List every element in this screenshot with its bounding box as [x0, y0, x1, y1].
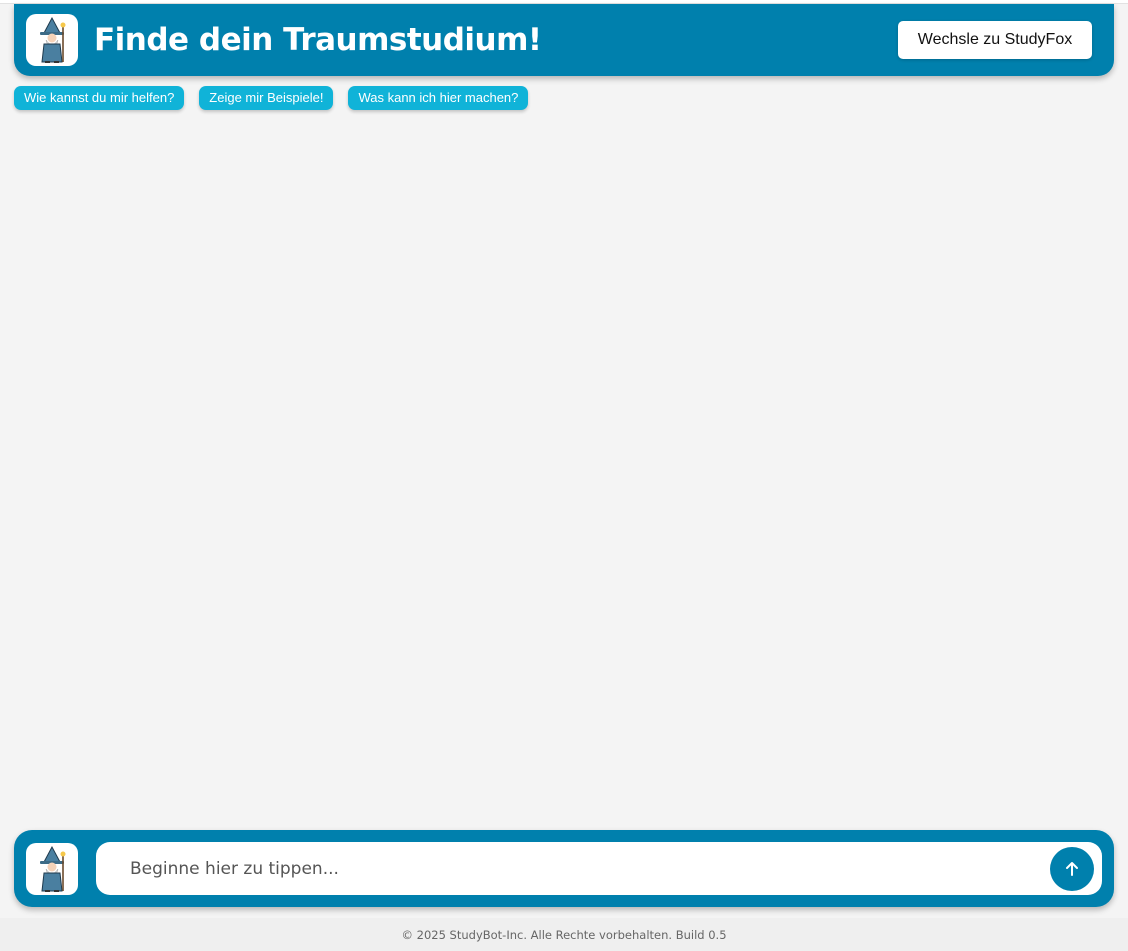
message-input[interactable] [96, 842, 1036, 895]
switch-to-studyfox-button[interactable]: Wechsle zu StudyFox [898, 21, 1092, 59]
app-header: Finde dein Traumstudium! Wechsle zu Stud… [14, 4, 1114, 76]
wizard-icon [40, 16, 66, 63]
wizard-icon [40, 845, 66, 892]
arrow-up-icon [1066, 862, 1078, 876]
send-button[interactable] [1050, 847, 1094, 891]
chat-composer [14, 830, 1114, 907]
page-title: Finde dein Traumstudium! [94, 22, 542, 58]
header-avatar [26, 14, 78, 66]
footer-copyright: © 2025 StudyBot-Inc. Alle Rechte vorbeha… [401, 927, 727, 942]
composer-avatar [26, 843, 78, 895]
message-input-wrapper [96, 842, 1102, 895]
suggestion-chip-examples[interactable]: Zeige mir Beispiele! [199, 86, 334, 110]
suggestion-chip-what-can-i-do[interactable]: Was kann ich hier machen? [348, 86, 529, 110]
chat-messages-area [14, 118, 1114, 824]
page-footer: © 2025 StudyBot-Inc. Alle Rechte vorbeha… [0, 918, 1128, 951]
suggestion-chips: Wie kannst du mir helfen? Zeige mir Beis… [14, 86, 529, 110]
suggestion-chip-help[interactable]: Wie kannst du mir helfen? [14, 86, 185, 110]
